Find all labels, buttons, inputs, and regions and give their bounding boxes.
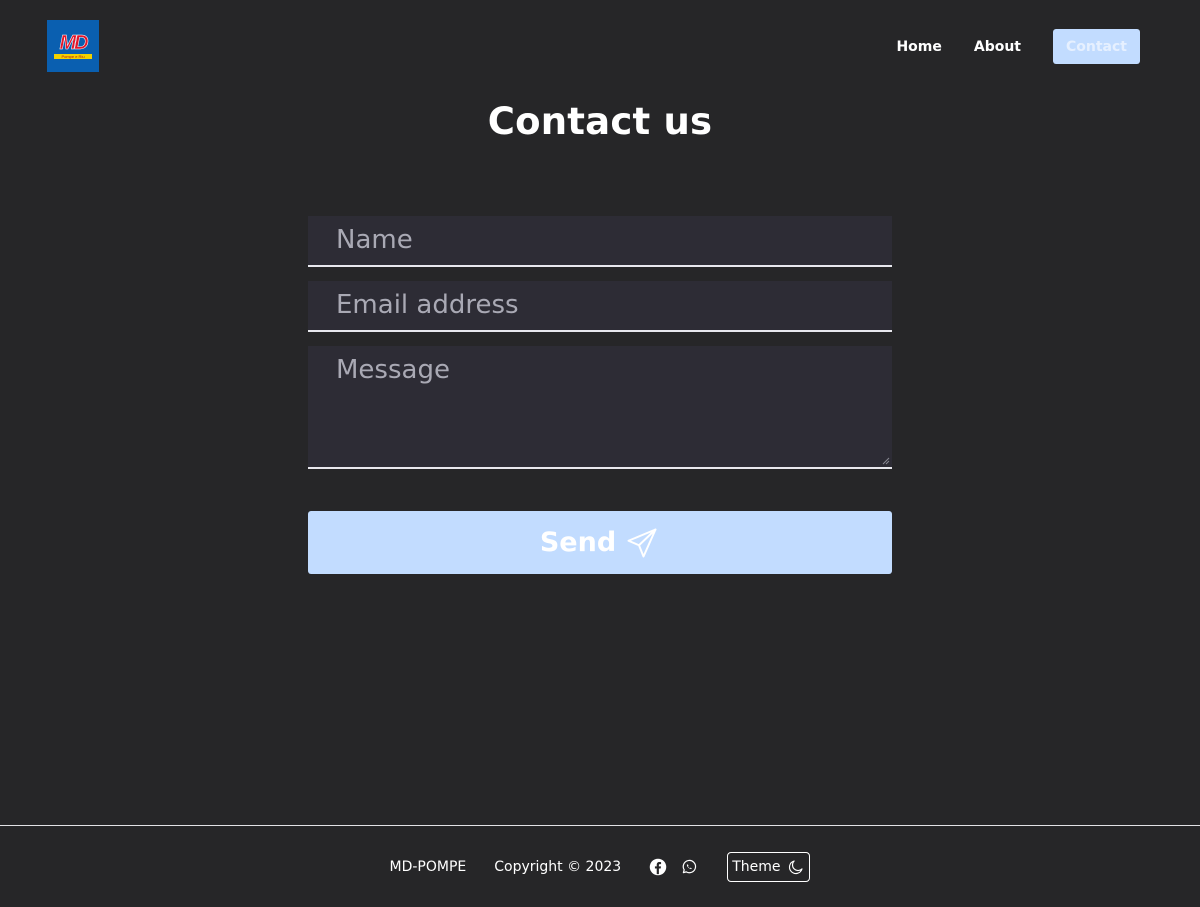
nav-about[interactable]: About	[974, 29, 1021, 64]
theme-label: Theme	[732, 858, 781, 875]
send-label: Send	[539, 527, 617, 558]
moon-icon	[787, 858, 805, 876]
message-textarea[interactable]: Message	[308, 346, 892, 469]
theme-toggle-button[interactable]: Theme	[727, 851, 811, 882]
send-button[interactable]: Send	[308, 511, 892, 574]
site-logo[interactable]: MD Pompe e Riu	[47, 20, 99, 72]
facebook-icon[interactable]	[649, 858, 667, 876]
nav-contact[interactable]: Contact	[1053, 29, 1140, 64]
footer-brand: MD-POMPE	[389, 858, 467, 875]
logo-tagline: Pompe e Riu	[54, 53, 92, 59]
resize-handle-icon[interactable]	[882, 457, 890, 465]
name-input[interactable]: Name	[308, 216, 892, 267]
message-placeholder: Message	[336, 355, 450, 385]
logo-mark: MD	[59, 31, 89, 54]
paper-plane-icon	[624, 525, 660, 561]
footer-copyright: Copyright © 2023	[494, 858, 622, 875]
nav-home[interactable]: Home	[896, 29, 941, 64]
main-nav: Home About Contact	[864, 29, 1140, 64]
whatsapp-icon[interactable]	[680, 858, 698, 876]
page-title: Contact us	[487, 100, 713, 143]
footer: MD-POMPE Copyright © 2023 Theme	[0, 826, 1200, 907]
email-input[interactable]: Email address	[308, 281, 892, 332]
